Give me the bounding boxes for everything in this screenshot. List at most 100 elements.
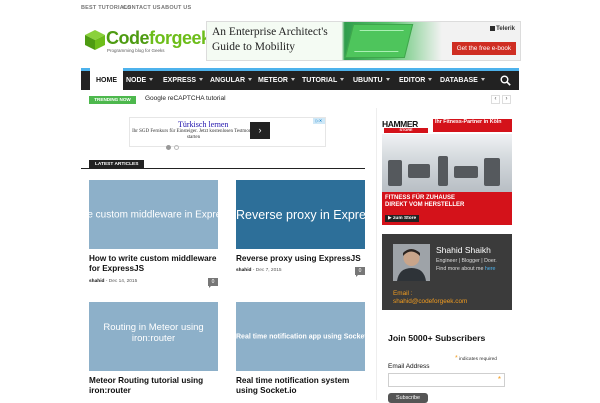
- author-name: Shahid Shaikh: [436, 245, 491, 255]
- carousel-dot[interactable]: [174, 145, 179, 150]
- required-note-text: indicates required: [457, 357, 497, 362]
- top-bar: Best tutorials Contact us About us: [0, 0, 600, 18]
- thumbnail-caption-line: Routing in Meteor using: [103, 322, 204, 333]
- topbar-link-contact[interactable]: Contact us: [123, 5, 161, 11]
- subscribe-button[interactable]: Subscribe: [388, 393, 428, 403]
- nav-item-home[interactable]: Home: [90, 68, 123, 90]
- thumbnail-caption: Routing in Meteor using iron:router: [89, 322, 218, 344]
- gym-machine: [484, 158, 500, 186]
- nav-item-label: Editor: [399, 77, 426, 84]
- comment-count-badge[interactable]: 0: [208, 278, 218, 288]
- inline-ad-arrow-button[interactable]: ›: [250, 122, 270, 139]
- article-thumbnail[interactable]: Routing in Meteor using iron:router: [89, 302, 218, 371]
- chevron-down-icon: [149, 78, 154, 81]
- topbar-link-about[interactable]: About us: [161, 5, 191, 11]
- trending-next-button[interactable]: ›: [502, 95, 511, 104]
- thumbnail-caption: Real time notification app using Socket.…: [236, 333, 365, 340]
- cube-logo-icon: [85, 30, 105, 50]
- hammer-tagline-line: DIREKT VOM HERSTELLER: [385, 202, 465, 208]
- site-logo[interactable]: Codeforgeek Programming blog for Geeks: [84, 26, 211, 56]
- nav-item-express[interactable]: Express: [163, 71, 204, 90]
- main-nav: Home Node Express Angular Meteor Tutoria…: [81, 68, 519, 90]
- chevron-down-icon: [199, 78, 204, 81]
- article-title[interactable]: Reverse proxy using ExpressJS: [236, 254, 368, 264]
- gym-machine: [438, 156, 448, 186]
- nav-item-meteor[interactable]: Meteor: [258, 71, 295, 90]
- hammer-logo: HAMMER STORE: [382, 119, 431, 134]
- ad-cta-button[interactable]: Get the free e-book: [451, 42, 516, 55]
- article-date: Dec 14, 2015: [108, 279, 138, 284]
- required-note: * indicates required: [455, 355, 497, 362]
- chevron-down-icon: [248, 78, 252, 81]
- gym-machine: [388, 160, 402, 186]
- email-field[interactable]: *: [388, 373, 505, 387]
- trending-badge: Trending Now: [89, 96, 136, 104]
- ad-carousel-dots: [166, 137, 182, 155]
- nav-item-label: Angular: [210, 77, 245, 84]
- nav-item-editor[interactable]: Editor: [399, 71, 433, 90]
- inline-ad-description: Ihr SGD Fernkurs für Einsteiger. Jetzt k…: [132, 129, 255, 140]
- logo-wordmark: Codeforgeek: [106, 28, 211, 48]
- telerik-logo-icon: [490, 26, 496, 31]
- nav-item-label: Ubuntu: [353, 77, 383, 84]
- adchoices-icon[interactable]: ▷✕: [313, 118, 325, 124]
- trending-link[interactable]: Google reCAPTCHA tutorial: [145, 95, 226, 102]
- hammer-headline: Ihr Fitness-Partner in Köln: [433, 119, 512, 132]
- article-thumbnail[interactable]: Reverse proxy in ExpressJS: [236, 180, 365, 249]
- nav-item-node[interactable]: Node: [126, 71, 154, 90]
- search-icon[interactable]: [500, 75, 511, 86]
- nav-item-database[interactable]: Database: [440, 71, 485, 90]
- gym-machine: [454, 166, 478, 178]
- gym-machine: [408, 164, 430, 178]
- chevron-down-icon: [340, 78, 345, 81]
- comment-count-badge[interactable]: 0: [355, 267, 365, 277]
- latest-articles-heading: Latest Articles: [89, 160, 145, 169]
- hammer-store-button[interactable]: ▶ zum Store: [385, 215, 420, 222]
- author-box: Shahid Shaikh Engineer | Blogger | Doer.…: [382, 234, 512, 310]
- article-date: Dec 7, 2015: [255, 268, 282, 273]
- chevron-down-icon: [428, 78, 433, 81]
- author-bio-line: Find more about me here: [436, 265, 510, 273]
- author-bio: Engineer | Blogger | Doer. Find more abo…: [436, 257, 510, 273]
- required-star: *: [497, 375, 501, 384]
- nav-item-label: Database: [440, 77, 478, 84]
- author-bio-line: Engineer | Blogger | Doer.: [436, 258, 497, 264]
- article-author[interactable]: shahid: [236, 268, 251, 273]
- article-thumbnail[interactable]: Real time notification app using Socket.…: [236, 302, 365, 371]
- chevron-down-icon: [480, 78, 485, 81]
- sidebar-ad-hammer[interactable]: HAMMER STORE Ihr Fitness-Partner in Köln…: [382, 117, 512, 225]
- author-email-label: Email :: [393, 290, 413, 297]
- trending-prev-button[interactable]: ‹: [491, 95, 500, 104]
- logo-wordmark-forgeek: forgeek: [149, 28, 211, 48]
- article-title[interactable]: How to write custom middleware for Expre…: [89, 254, 221, 274]
- chevron-down-icon: [385, 78, 390, 81]
- article-thumbnail[interactable]: rite custom middleware in Express: [89, 180, 218, 249]
- hammer-tagline: FITNESS FÜR ZUHAUSE DIREKT VOM HERSTELLE…: [385, 195, 464, 209]
- hammer-bottom-band: FITNESS FÜR ZUHAUSE DIREKT VOM HERSTELLE…: [382, 192, 512, 225]
- hammer-logo-sub: STORE: [384, 128, 428, 133]
- avatar: [393, 244, 430, 281]
- subscribe-heading: Join 5000+ Subscribers: [388, 333, 486, 343]
- ad-brand: Telerik: [490, 26, 515, 32]
- inline-ad[interactable]: Türkisch lernen Ihr SGD Fernkurs für Ein…: [129, 117, 326, 147]
- nav-item-label: Tutorial: [302, 77, 338, 84]
- article-title[interactable]: Real time notification system using Sock…: [236, 376, 368, 396]
- logo-tagline: Programming blog for Geeks: [107, 48, 165, 53]
- header-ad-banner[interactable]: An Enterprise Architect's Guide to Mobil…: [206, 21, 521, 61]
- ad-headline-2: Guide to Mobility: [212, 41, 296, 53]
- gym-photo: [382, 134, 512, 192]
- author-about-link[interactable]: here: [485, 266, 496, 272]
- article-title[interactable]: Meteor Routing tutorial using iron:route…: [89, 376, 221, 396]
- nav-item-label: Node: [126, 77, 147, 84]
- nav-item-label: Express: [163, 77, 197, 84]
- logo-wordmark-code: Code: [106, 28, 150, 48]
- nav-item-angular[interactable]: Angular: [210, 71, 252, 90]
- article-meta: shahid - Dec 14, 2015: [89, 279, 138, 284]
- nav-item-tutorial[interactable]: Tutorial: [302, 71, 345, 90]
- nav-item-ubuntu[interactable]: Ubuntu: [353, 71, 390, 90]
- inline-ad-title[interactable]: Türkisch lernen: [178, 120, 228, 129]
- article-author[interactable]: shahid: [89, 279, 104, 284]
- carousel-dot[interactable]: [166, 145, 171, 150]
- email-field-label: Email Address: [388, 363, 430, 370]
- author-email-link[interactable]: shahid@codeforgeek.com: [393, 298, 467, 305]
